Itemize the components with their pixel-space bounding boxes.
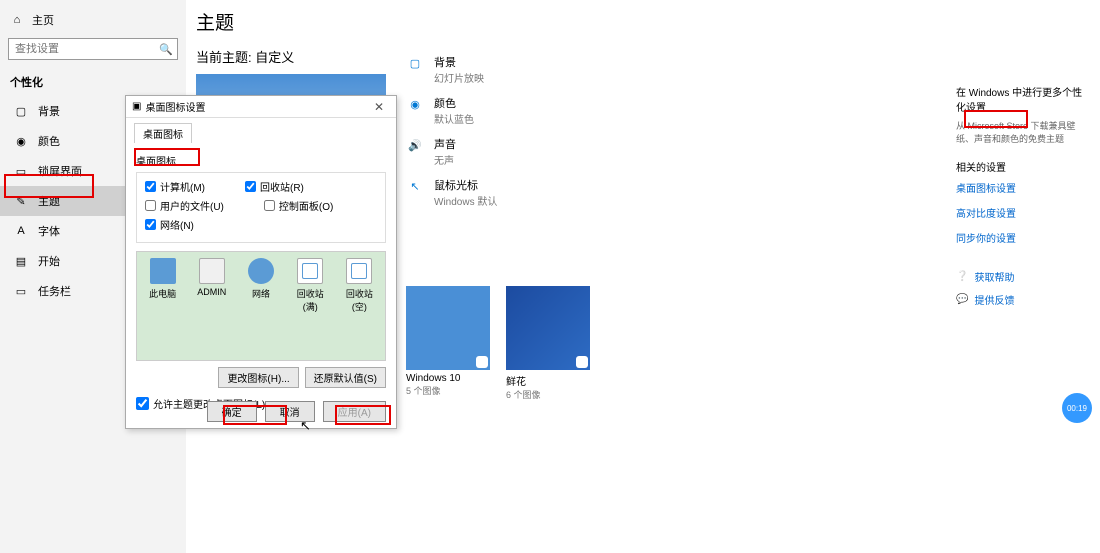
search-input[interactable] <box>15 43 159 55</box>
home-link[interactable]: ⌂ 主页 <box>0 8 186 32</box>
theme-options: ▢背景幻灯片放映 ◉颜色默认蓝色 🔊声音无声 ↖鼠标光标Windows 默认 <box>406 54 497 218</box>
user-folder-icon <box>199 258 225 284</box>
link-desktop-icons[interactable]: 桌面图标设置 <box>956 180 1088 195</box>
related-settings-label: 相关的设置 <box>956 159 1088 174</box>
apply-button[interactable]: 应用(A) <box>323 401 386 422</box>
link-sync[interactable]: 同步你的设置 <box>956 230 1088 245</box>
chk-network[interactable]: 网络(N) <box>145 217 194 232</box>
feedback-link[interactable]: 💬提供反馈 <box>956 292 1088 307</box>
opt-sound[interactable]: 🔊声音无声 <box>406 136 497 167</box>
theme-card-windows10[interactable]: Windows 105 个图像 <box>406 286 490 401</box>
help-icon: ❔ <box>956 271 968 282</box>
dialog-close-button[interactable]: ✕ <box>368 100 390 114</box>
preview-bin-empty[interactable]: 回收站(空) <box>342 258 377 313</box>
font-icon: A <box>14 224 28 238</box>
theme-thumb <box>406 286 490 370</box>
right-desc: 从 Microsoft Store 下载兼具壁纸、声音和颜色的免费主题 <box>956 120 1088 145</box>
ok-button[interactable]: 确定 <box>207 401 257 422</box>
feedback-icon: 💬 <box>956 294 968 305</box>
recycle-empty-icon <box>346 258 372 284</box>
change-icon-button[interactable]: 更改图标(H)... <box>218 367 298 388</box>
theme-thumb <box>506 286 590 370</box>
recycle-full-icon <box>297 258 323 284</box>
link-high-contrast[interactable]: 高对比度设置 <box>956 205 1088 220</box>
right-title: 在 Windows 中进行更多个性化设置 <box>956 84 1088 114</box>
lock-icon: ▭ <box>14 164 28 178</box>
opt-color[interactable]: ◉颜色默认蓝色 <box>406 95 497 126</box>
opt-background[interactable]: ▢背景幻灯片放映 <box>406 54 497 85</box>
network-icon <box>248 258 274 284</box>
right-pane: 在 Windows 中进行更多个性化设置 从 Microsoft Store 下… <box>956 84 1088 315</box>
tab-desktop-icons[interactable]: 桌面图标 <box>134 123 192 143</box>
chk-recycle[interactable]: 回收站(R) <box>245 179 304 194</box>
preview-admin[interactable]: ADMIN <box>194 258 229 297</box>
dialog-app-icon: ▣ <box>132 101 141 112</box>
start-icon: ▤ <box>14 254 28 268</box>
icon-preview: 此电脑 ADMIN 网络 回收站(满) 回收站(空) <box>136 251 386 361</box>
chk-computer[interactable]: 计算机(M) <box>145 179 205 194</box>
page-title: 主题 <box>196 4 1100 43</box>
recording-timer: 00:19 <box>1062 393 1092 423</box>
dialog-tabs: 桌面图标 <box>126 118 396 143</box>
theme-cards: Windows 105 个图像 鲜花6 个图像 <box>406 286 590 401</box>
search-box[interactable]: 🔍 <box>8 38 178 60</box>
theme-card-flowers[interactable]: 鲜花6 个图像 <box>506 286 590 401</box>
image-icon: ▢ <box>406 54 424 72</box>
checkbox-group: 计算机(M) 回收站(R) 用户的文件(U) 控制面板(O) 网络(N) <box>136 172 386 243</box>
preview-network[interactable]: 网络 <box>243 258 278 300</box>
search-icon: 🔍 <box>159 43 171 55</box>
chk-userfiles[interactable]: 用户的文件(U) <box>145 198 224 213</box>
preview-this-pc[interactable]: 此电脑 <box>145 258 180 300</box>
restore-defaults-button[interactable]: 还原默认值(S) <box>305 367 386 388</box>
image-icon: ▢ <box>14 104 28 118</box>
dialog-title-text: 桌面图标设置 <box>145 99 205 114</box>
taskbar-icon: ▭ <box>14 284 28 298</box>
palette-icon: ◉ <box>14 134 28 148</box>
preview-bin-full[interactable]: 回收站(满) <box>293 258 328 313</box>
theme-icon: ✎ <box>14 194 28 208</box>
chk-control[interactable]: 控制面板(O) <box>264 198 333 213</box>
home-label: 主页 <box>32 12 54 28</box>
cancel-button[interactable]: 取消 <box>265 401 315 422</box>
cursor-icon: ↖ <box>406 177 424 195</box>
current-theme-label: 当前主题: 自定义 <box>196 43 1100 74</box>
dialog-titlebar: ▣ 桌面图标设置 ✕ <box>126 96 396 118</box>
opt-cursor[interactable]: ↖鼠标光标Windows 默认 <box>406 177 497 208</box>
home-icon: ⌂ <box>10 13 24 27</box>
computer-icon <box>150 258 176 284</box>
get-help-link[interactable]: ❔获取帮助 <box>956 269 1088 284</box>
dialog-footer: 确定 取消 应用(A) <box>207 401 386 422</box>
sound-icon: 🔊 <box>406 136 424 154</box>
desktop-icon-settings-dialog: ▣ 桌面图标设置 ✕ 桌面图标 桌面图标 计算机(M) 回收站(R) 用户的文件… <box>125 95 397 429</box>
group-label: 桌面图标 <box>136 153 386 168</box>
color-icon: ◉ <box>406 95 424 113</box>
section-title: 个性化 <box>0 66 186 96</box>
